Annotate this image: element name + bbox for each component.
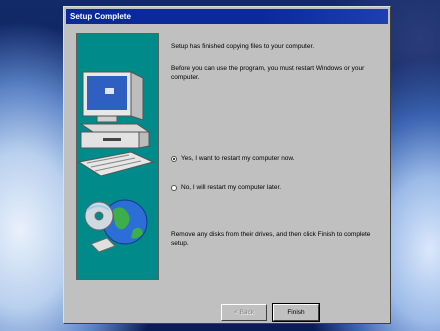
restart-later-option[interactable]: No, I will restart my computer later.	[171, 184, 281, 191]
title-bar: Setup Complete	[66, 9, 388, 24]
computer-illustration	[77, 71, 155, 253]
restart-now-option[interactable]: Yes, I want to restart my computer now.	[171, 155, 295, 162]
finish-button[interactable]: Finish	[272, 303, 320, 322]
restart-now-label[interactable]: Yes, I want to restart my computer now.	[181, 155, 295, 162]
restart-later-label[interactable]: No, I will restart my computer later.	[181, 184, 281, 191]
back-button[interactable]: < Back	[221, 304, 267, 321]
radio-button-selected[interactable]	[171, 155, 177, 162]
setup-illustration-panel	[76, 33, 159, 280]
finish-instruction: Remove any disks from their drives, and …	[171, 231, 371, 247]
restart-message: Before you can use the program, you must…	[171, 65, 365, 81]
radio-button[interactable]	[171, 184, 177, 191]
status-message: Setup has finished copying files to your…	[171, 43, 315, 50]
setup-complete-dialog: Setup Complete Setup has finished copyin…	[63, 6, 391, 324]
